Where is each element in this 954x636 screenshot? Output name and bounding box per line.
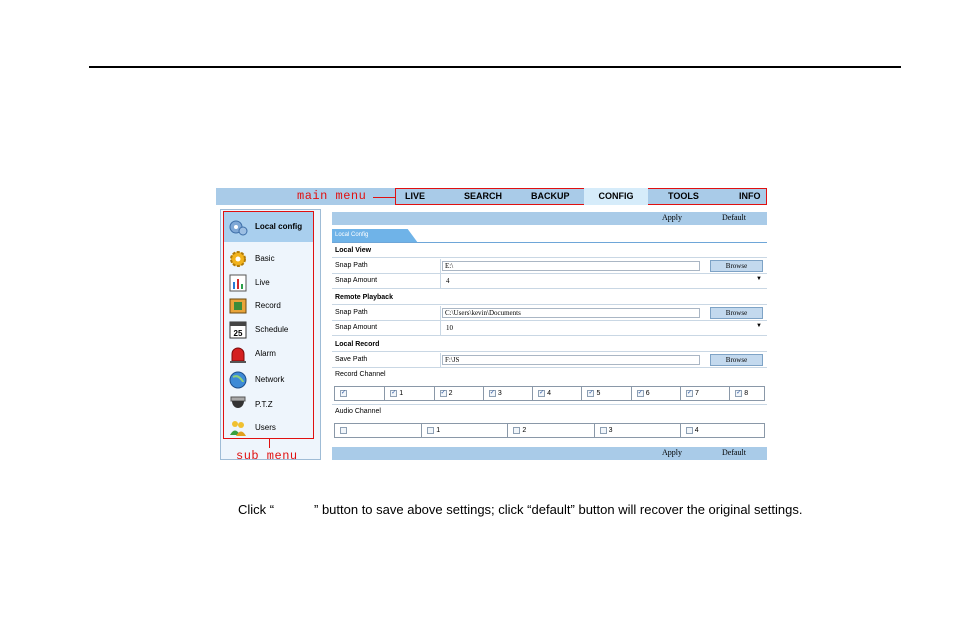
channel-label: 1	[436, 427, 441, 434]
channel-checkbox[interactable]: ✓	[390, 390, 398, 397]
channel-checkbox[interactable]: ✓	[340, 390, 347, 397]
save-path-input[interactable]: F:\JS	[442, 355, 700, 365]
caption-prefix: Click “	[238, 502, 275, 517]
snap-path-input[interactable]: E:\	[442, 261, 700, 271]
chevron-down-icon[interactable]: ▼	[756, 323, 762, 329]
channel-checkbox[interactable]: ✓	[538, 390, 546, 397]
row-label: Snap Path	[335, 262, 368, 269]
caption-suffix: ” button to save above settings; click “…	[314, 502, 803, 517]
sub-menu-highlight-box	[223, 211, 314, 439]
channel-checkbox[interactable]: ✓	[587, 390, 595, 397]
section-remote-playback: Remote Playback	[332, 292, 767, 305]
row-label: Record Channel	[335, 371, 386, 378]
browse-button[interactable]: Browse	[710, 354, 763, 366]
row-label: Save Path	[335, 356, 368, 363]
section-local-record: Local Record	[332, 339, 767, 352]
menu-tab-live[interactable]: LIVE	[405, 188, 427, 205]
channel-cell: ✓ 3	[482, 387, 532, 400]
channel-checkbox[interactable]	[599, 427, 607, 434]
row-snap-path: Snap Path E:\ Browse	[332, 259, 767, 274]
page-rule	[89, 66, 901, 68]
main-menu-annotation: main menu	[297, 189, 367, 203]
row-save-path: Save Path F:\JS Browse	[332, 353, 767, 368]
row-remote-snap-path: Snap Path C:\Users\kevin\Documents Brows…	[332, 306, 767, 321]
row-label: Snap Amount	[335, 324, 378, 331]
row-snap-amount[interactable]: Snap Amount 4 ▼	[332, 274, 767, 289]
local-config-panel: Apply Default Local Config Local View Sn…	[332, 210, 767, 460]
channel-label: 4	[547, 390, 552, 397]
channel-label: 1	[399, 390, 404, 397]
row-audio-channel: Audio Channel	[332, 404, 767, 419]
channel-checkbox[interactable]	[427, 427, 435, 434]
top-action-bar: Apply Default	[332, 212, 767, 225]
channel-checkbox[interactable]: ✓	[488, 390, 496, 397]
channel-cell	[335, 424, 421, 437]
tab-local-config[interactable]: Local Config	[332, 229, 418, 243]
channel-cell: 1	[421, 424, 507, 437]
channel-label: 3	[497, 390, 502, 397]
channel-label: 6	[645, 390, 650, 397]
channel-label: 8	[744, 390, 749, 397]
record-channel-grid: ✓ ✓ 1 ✓ 2 ✓ 3 ✓ 4 ✓ 5 ✓ 6 ✓ 7 ✓ 8	[334, 386, 765, 401]
snap-amount-select[interactable]: 4	[446, 277, 450, 285]
channel-checkbox[interactable]	[513, 427, 521, 434]
browse-button[interactable]: Browse	[710, 260, 763, 272]
channel-checkbox[interactable]: ✓	[735, 390, 743, 397]
channel-checkbox[interactable]: ✓	[686, 390, 694, 397]
row-label: Snap Path	[335, 309, 368, 316]
audio-channel-grid: 1 2 3 4	[334, 423, 765, 438]
channel-cell: ✓ 4	[532, 387, 581, 400]
channel-cell: 3	[593, 424, 680, 437]
row-label: Audio Channel	[335, 408, 381, 415]
channel-cell: 2	[507, 424, 593, 437]
menu-tab-config[interactable]: CONFIG	[584, 188, 648, 205]
row-record-channel: Record Channel	[332, 368, 767, 383]
channel-label: 2	[448, 390, 453, 397]
channel-checkbox[interactable]	[685, 427, 693, 434]
section-title: Local Record	[335, 341, 380, 348]
channel-checkbox[interactable]: ✓	[636, 390, 644, 397]
sub-menu-annotation-line	[269, 439, 270, 448]
bottom-action-bar: Apply Default	[332, 447, 767, 460]
main-menu-annotation-line	[373, 197, 395, 198]
channel-cell: ✓ 1	[384, 387, 433, 400]
tab-underline	[332, 242, 767, 243]
row-remote-snap-amount[interactable]: Snap Amount 10 ▼	[332, 321, 767, 336]
channel-checkbox[interactable]: ✓	[439, 390, 447, 397]
row-label: Snap Amount	[335, 277, 378, 284]
sub-menu-annotation: sub menu	[236, 449, 298, 463]
menu-tab-backup[interactable]: BACKUP	[531, 188, 570, 205]
channel-label: 5	[596, 390, 601, 397]
channel-label: 2	[522, 427, 527, 434]
section-title: Local View	[335, 247, 372, 254]
channel-label: 4	[694, 427, 699, 434]
channel-label: 7	[695, 390, 699, 397]
default-button[interactable]: Default	[722, 213, 746, 222]
channel-cell: ✓ 6	[630, 387, 680, 400]
channel-cell: 4	[679, 424, 766, 437]
channel-cell: ✓ 2	[433, 387, 483, 400]
remote-snap-path-input[interactable]: C:\Users\kevin\Documents	[442, 308, 700, 318]
apply-button[interactable]: Apply	[662, 213, 682, 222]
section-title: Remote Playback	[335, 294, 393, 301]
config-screenshot: main menu LIVE SEARCH BACKUP CONFIG TOOL…	[216, 188, 767, 463]
channel-cell: ✓ 8	[729, 387, 778, 400]
chevron-down-icon[interactable]: ▼	[756, 276, 762, 282]
remote-snap-amount-select[interactable]: 10	[446, 324, 453, 332]
channel-cell: ✓ 7	[680, 387, 729, 400]
main-menu-highlight-box	[395, 188, 767, 205]
channel-label: 3	[608, 427, 613, 434]
section-local-view: Local View	[332, 245, 767, 258]
browse-button[interactable]: Browse	[710, 307, 763, 319]
default-button[interactable]: Default	[722, 448, 746, 457]
apply-button[interactable]: Apply	[662, 448, 682, 457]
channel-cell: ✓	[335, 387, 384, 400]
channel-cell: ✓ 5	[581, 387, 630, 400]
menu-tab-search[interactable]: SEARCH	[464, 188, 502, 205]
channel-checkbox[interactable]	[340, 427, 347, 434]
menu-tab-info[interactable]: INFO	[739, 188, 763, 205]
menu-tab-tools[interactable]: TOOLS	[668, 188, 702, 205]
